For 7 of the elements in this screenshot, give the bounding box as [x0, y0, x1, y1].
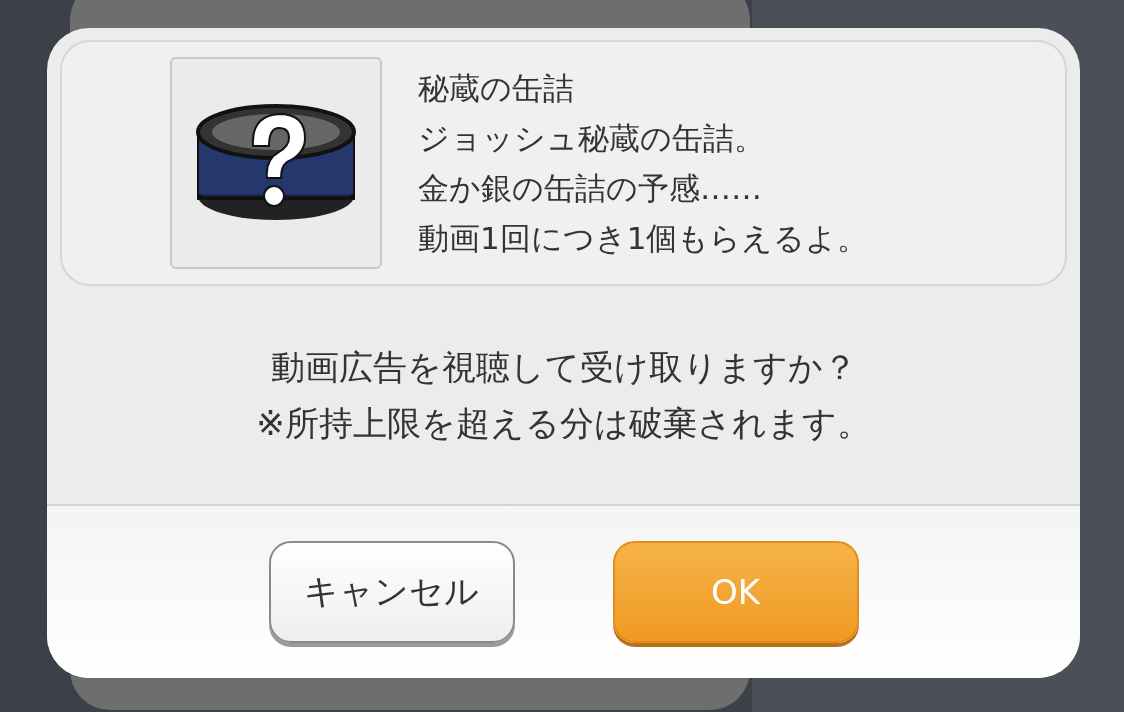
item-description-line: 金か銀の缶詰の予感…… [418, 169, 763, 208]
item-description-line: 動画1回につき1個もらえるよ。 [418, 219, 869, 258]
mystery-can-icon [196, 104, 356, 220]
item-name: 秘蔵の缶詰 [418, 69, 575, 108]
confirm-message: ※所持上限を超える分は破棄されます。 [256, 402, 871, 445]
confirm-message: 動画広告を視聴して受け取りますか？ [270, 346, 857, 389]
item-description-line: ジョッシュ秘蔵の缶詰。 [418, 119, 766, 158]
